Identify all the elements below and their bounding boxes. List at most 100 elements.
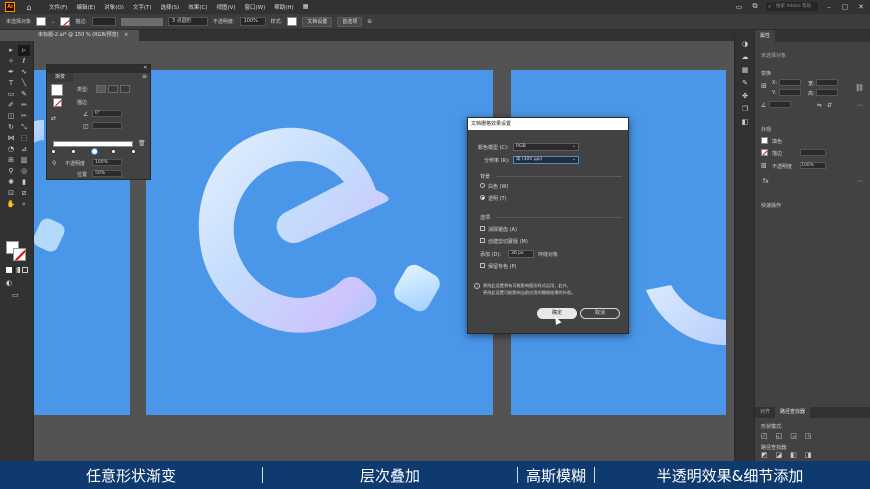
menu-view[interactable]: 视图(V) xyxy=(216,3,235,11)
width-tool-icon[interactable]: ⋈ xyxy=(5,133,17,144)
flip-horizontal-icon[interactable]: ⇋ xyxy=(817,102,822,109)
free-transform-icon[interactable]: ⬚ xyxy=(18,133,30,144)
arrange-icon[interactable]: ⧉ xyxy=(750,2,760,11)
link-proportions-icon[interactable]: ⛓ xyxy=(855,84,864,92)
divide-icon[interactable]: ◩ xyxy=(761,451,768,459)
menu-object[interactable]: 对象(O) xyxy=(104,3,124,11)
document-tab[interactable]: 未标题-2.ai* @ 150 % (RGB/预览) × xyxy=(34,30,139,41)
stroke-swatch[interactable] xyxy=(60,17,71,26)
help-search-input[interactable]: 搜索 Adobe 帮助 xyxy=(766,2,818,11)
menu-help[interactable]: 帮助(H) xyxy=(274,3,293,11)
y-field[interactable] xyxy=(779,89,801,96)
none-mode-icon[interactable] xyxy=(22,267,28,273)
appearance-fill-swatch[interactable] xyxy=(761,137,768,144)
variable-width-profile[interactable] xyxy=(120,17,163,26)
flip-vertical-icon[interactable]: ⇵ xyxy=(827,102,832,109)
menu-edit[interactable]: 编辑(E) xyxy=(76,3,95,11)
gradient-stop-2[interactable] xyxy=(71,149,76,154)
height-field[interactable] xyxy=(816,89,838,96)
menu-select[interactable]: 选择(S) xyxy=(161,3,180,11)
screen-mode-icon[interactable]: ▭ xyxy=(12,291,19,299)
opacity-field[interactable]: 100% xyxy=(239,17,266,26)
gradient-stroke-preview[interactable] xyxy=(53,98,62,107)
eyedropper-icon[interactable]: ⚲ xyxy=(5,166,17,177)
hand-tool-icon[interactable]: ✋ xyxy=(5,199,17,210)
panel-menu-icon[interactable]: ≡ xyxy=(142,73,147,80)
symbol-sprayer-icon[interactable]: ✺ xyxy=(5,177,17,188)
rotate-field[interactable] xyxy=(769,101,791,108)
magic-wand-icon[interactable]: ✧ xyxy=(5,56,17,67)
stroke-weight-field[interactable] xyxy=(91,17,116,26)
gradient-stop-left[interactable] xyxy=(51,149,56,154)
panel-collapse-icon[interactable]: « xyxy=(143,64,147,71)
maximize-icon[interactable]: ▢ xyxy=(840,3,850,11)
libraries-panel-icon[interactable]: ☁ xyxy=(735,51,755,64)
close-icon[interactable]: ✕ xyxy=(856,3,866,11)
slice-tool-icon[interactable]: ⧄ xyxy=(18,188,30,199)
angle-field[interactable]: 0° xyxy=(92,110,122,117)
paintbrush-icon[interactable]: ✎ xyxy=(18,89,30,100)
direct-selection-tool-icon[interactable]: ▹ xyxy=(18,45,30,56)
background-transparent-radio[interactable] xyxy=(480,195,485,200)
clipping-mask-checkbox[interactable] xyxy=(480,238,485,243)
workspace-switcher-icon[interactable]: ▦ xyxy=(303,3,309,11)
menu-type[interactable]: 文字(T) xyxy=(133,3,152,11)
add-around-field[interactable]: 36 px xyxy=(508,250,534,258)
curvature-tool-icon[interactable]: ∿ xyxy=(18,67,30,78)
resolution-select[interactable]: 高 (300 ppi) xyxy=(513,156,579,164)
antialias-checkbox[interactable] xyxy=(480,226,485,231)
stroke-weight-field[interactable] xyxy=(800,149,826,156)
color-panel-icon[interactable]: ◑ xyxy=(735,38,755,51)
pen-tool-icon[interactable]: ✒ xyxy=(5,67,17,78)
artboard-main[interactable] xyxy=(146,70,493,415)
eraser-icon[interactable]: ◫ xyxy=(5,111,17,122)
freeform-gradient-button[interactable] xyxy=(120,85,130,93)
preserve-spot-checkbox[interactable] xyxy=(480,263,485,268)
more-options-icon[interactable]: ⋯ xyxy=(857,102,863,109)
artboards-panel-icon[interactable]: ◧ xyxy=(735,116,755,129)
gradient-panel-header[interactable]: « xyxy=(47,64,150,73)
gradient-panel-tab[interactable]: 渐变 xyxy=(47,73,73,82)
selection-tool-icon[interactable]: ▸ xyxy=(5,45,17,56)
appearance-more-icon[interactable]: ⋯ xyxy=(857,178,863,185)
stroke-color-box[interactable] xyxy=(13,248,26,261)
artboard-tool-icon[interactable]: ⊡ xyxy=(5,188,17,199)
lasso-icon[interactable]: ℓ xyxy=(18,56,30,67)
fx-icon[interactable]: fx xyxy=(763,178,769,185)
stop-opacity-field[interactable]: 100% xyxy=(92,159,122,166)
arrange-documents-icon[interactable]: ⊞ xyxy=(367,19,371,25)
minimize-icon[interactable]: – xyxy=(824,3,834,11)
menu-effect[interactable]: 效果(C) xyxy=(188,3,207,11)
symbols-panel-icon[interactable]: ✤ xyxy=(735,90,755,103)
scale-tool-icon[interactable]: ⤡ xyxy=(18,122,30,133)
tab-align[interactable]: 对齐 xyxy=(755,407,775,418)
radial-gradient-button[interactable] xyxy=(108,85,118,93)
gradient-mode-icon[interactable] xyxy=(14,267,20,273)
aspect-ratio-field[interactable] xyxy=(92,122,122,129)
brush-definition-field[interactable]: 3 点圆形 xyxy=(167,17,208,26)
cancel-button[interactable]: 取消 xyxy=(580,308,620,319)
blend-tool-icon[interactable]: ◎ xyxy=(18,166,30,177)
share-icon[interactable]: ▭ xyxy=(734,3,744,11)
gradient-stop-right[interactable] xyxy=(131,149,136,154)
fill-dropdown-icon[interactable]: ⌄ xyxy=(51,19,55,25)
x-field[interactable] xyxy=(779,79,801,86)
delete-stop-icon[interactable]: 🗑 xyxy=(138,140,146,147)
layers-panel-icon[interactable]: ❐ xyxy=(735,103,755,116)
column-graph-icon[interactable]: ▮ xyxy=(18,177,30,188)
tab-pathfinder[interactable]: 路径查找器 xyxy=(775,407,811,418)
fill-swatch[interactable] xyxy=(36,17,47,26)
reverse-gradient-icon[interactable]: ⇄ xyxy=(51,115,56,122)
eyedropper-icon[interactable]: ⚲ xyxy=(52,160,56,167)
stop-location-field[interactable]: 50% xyxy=(92,170,122,177)
shaper-tool-icon[interactable]: ✐ xyxy=(5,100,17,111)
zoom-tool-icon[interactable]: ⌕ xyxy=(18,199,30,210)
pencil-icon[interactable]: ✏ xyxy=(18,100,30,111)
color-mode-icon[interactable] xyxy=(6,267,12,273)
swatches-panel-icon[interactable]: ▦ xyxy=(735,64,755,77)
tab-properties[interactable]: 属性 xyxy=(755,30,776,42)
rectangle-tool-icon[interactable]: ▭ xyxy=(5,89,17,100)
mesh-tool-icon[interactable]: ⊞ xyxy=(5,155,17,166)
background-white-radio[interactable] xyxy=(480,183,485,188)
document-tab-close-icon[interactable]: × xyxy=(124,32,128,38)
